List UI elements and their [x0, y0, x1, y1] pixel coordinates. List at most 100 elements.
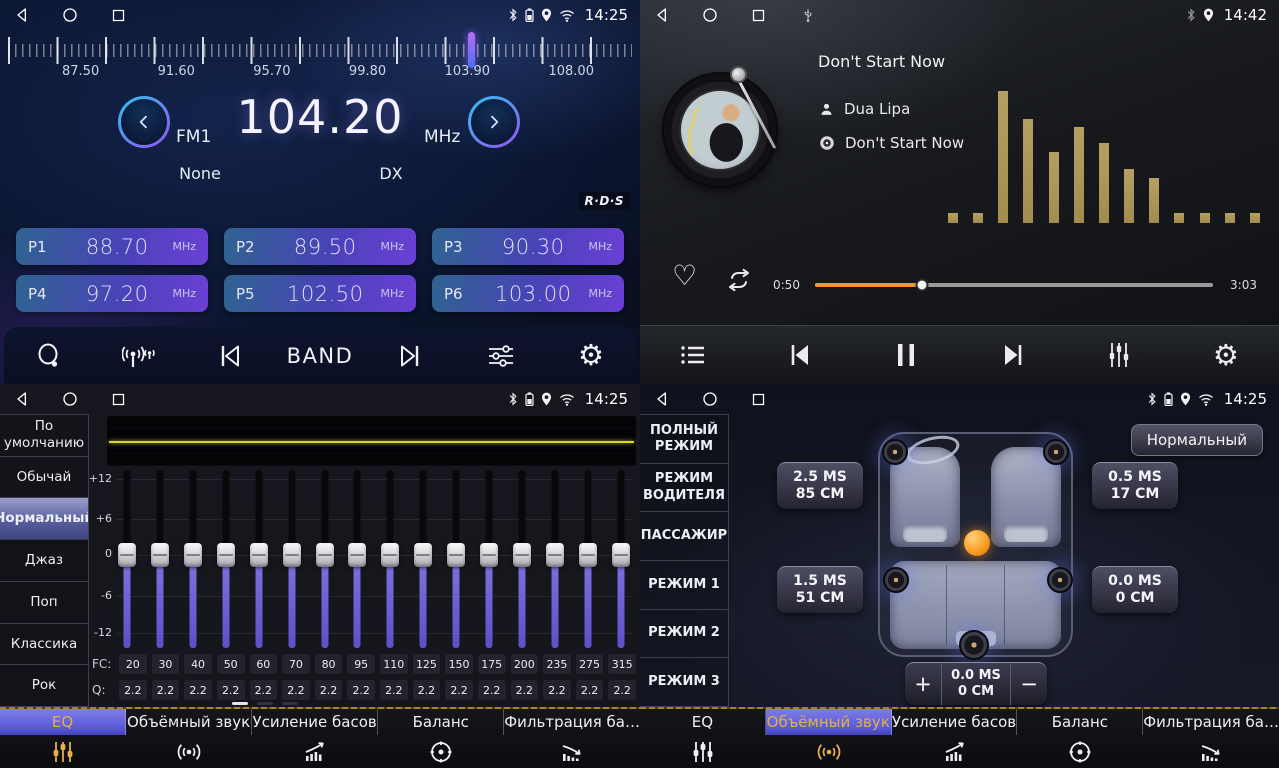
eq-band-slider[interactable]	[184, 470, 202, 648]
eq-band-slider[interactable]	[513, 470, 531, 648]
q-value[interactable]: 2.2	[282, 680, 310, 700]
slider-handle[interactable]	[414, 543, 432, 567]
playlist-icon[interactable]	[663, 333, 723, 377]
back-button[interactable]	[12, 389, 32, 409]
eq-band-slider[interactable]	[612, 470, 630, 648]
eq-band-slider[interactable]	[283, 470, 301, 648]
rear-right-speaker[interactable]	[1047, 567, 1073, 593]
front-right-delay[interactable]: 0.5 MS 17 CM	[1092, 462, 1178, 509]
tab-bass-boost[interactable]: Усиление басов	[892, 709, 1018, 768]
fc-value[interactable]: 200	[511, 654, 539, 674]
eq-band-slider[interactable]	[250, 470, 268, 648]
q-value[interactable]: 2.2	[217, 680, 245, 700]
front-right-speaker[interactable]	[1043, 439, 1069, 465]
slider-handle[interactable]	[118, 543, 136, 567]
tab-eq[interactable]: EQ	[0, 709, 126, 768]
next-track-icon[interactable]	[983, 333, 1043, 377]
mode-passenger[interactable]: ПАССАЖИР	[640, 512, 728, 561]
band-button[interactable]: BAND	[290, 334, 350, 378]
slider-handle[interactable]	[612, 543, 630, 567]
tune-down-button[interactable]	[118, 96, 170, 148]
page-dash[interactable]	[232, 702, 248, 705]
home-button[interactable]	[700, 389, 720, 409]
q-value[interactable]: 2.2	[608, 680, 636, 700]
slider-handle[interactable]	[546, 543, 564, 567]
tab-surround[interactable]: Объёмный звук	[766, 709, 892, 768]
mode-2[interactable]: РЕЖИМ 2	[640, 610, 728, 659]
fc-value[interactable]: 150	[445, 654, 473, 674]
slider-handle[interactable]	[217, 543, 235, 567]
slider-handle[interactable]	[579, 543, 597, 567]
settings-gear-icon[interactable]: ⚙	[561, 334, 621, 378]
fc-value[interactable]: 95	[347, 654, 375, 674]
fc-value[interactable]: 125	[413, 654, 441, 674]
recents-button[interactable]	[748, 5, 768, 25]
q-value[interactable]: 2.2	[511, 680, 539, 700]
back-button[interactable]	[12, 5, 32, 25]
q-value[interactable]: 2.2	[347, 680, 375, 700]
eq-band-slider[interactable]	[348, 470, 366, 648]
recents-button[interactable]	[108, 389, 128, 409]
fc-value[interactable]: 70	[282, 654, 310, 674]
preset-button-p6[interactable]: P6 103.00 MHz	[432, 275, 624, 312]
scan-icon[interactable]	[19, 334, 79, 378]
eq-band-slider[interactable]	[447, 470, 465, 648]
fc-value[interactable]: 175	[478, 654, 506, 674]
progress-bar[interactable]	[815, 283, 1213, 287]
q-value[interactable]: 2.2	[184, 680, 212, 700]
previous-station-icon[interactable]	[200, 334, 260, 378]
eq-band-slider[interactable]	[118, 470, 136, 648]
slider-handle[interactable]	[348, 543, 366, 567]
preset-button-p2[interactable]: P2 89.50 MHz	[224, 228, 416, 265]
eq-preset-jazz[interactable]: Джаз	[0, 540, 88, 582]
delay-decrease-button[interactable]: −	[1011, 663, 1047, 705]
fc-value[interactable]: 275	[576, 654, 604, 674]
eq-preset-pop[interactable]: Поп	[0, 582, 88, 624]
rear-left-delay[interactable]: 1.5 MS 51 CM	[777, 566, 863, 613]
slider-handle[interactable]	[184, 543, 202, 567]
mode-1[interactable]: РЕЖИМ 1	[640, 561, 728, 610]
eq-band-slider[interactable]	[480, 470, 498, 648]
tuner-position-indicator[interactable]	[468, 32, 475, 68]
rear-right-delay[interactable]: 0.0 MS 0 CM	[1092, 566, 1178, 613]
slider-handle[interactable]	[316, 543, 334, 567]
eq-band-slider[interactable]	[381, 470, 399, 648]
preset-button-p1[interactable]: P1 88.70 MHz	[16, 228, 208, 265]
preset-button-p3[interactable]: P3 90.30 MHz	[432, 228, 624, 265]
eq-band-slider[interactable]	[546, 470, 564, 648]
eq-preset-normal[interactable]: Нормальный	[0, 498, 88, 540]
rear-left-speaker[interactable]	[883, 567, 909, 593]
eq-band-slider[interactable]	[316, 470, 334, 648]
eq-preset-custom[interactable]: Обычай	[0, 457, 88, 499]
fc-value[interactable]: 50	[217, 654, 245, 674]
fc-value[interactable]: 20	[119, 654, 147, 674]
eq-band-slider[interactable]	[151, 470, 169, 648]
q-value[interactable]: 2.2	[315, 680, 343, 700]
fc-value[interactable]: 110	[380, 654, 408, 674]
listener-position-marker[interactable]	[964, 530, 990, 556]
q-value[interactable]: 2.2	[445, 680, 473, 700]
page-dash[interactable]	[282, 702, 298, 705]
next-station-icon[interactable]	[380, 334, 440, 378]
page-dash[interactable]	[257, 702, 273, 705]
recents-button[interactable]	[108, 5, 128, 25]
mode-3[interactable]: РЕЖИМ 3	[640, 658, 728, 707]
settings-gear-icon[interactable]: ⚙	[1196, 333, 1256, 377]
mode-driver[interactable]: РЕЖИМ ВОДИТЕЛЯ	[640, 464, 728, 513]
q-value[interactable]: 2.2	[152, 680, 180, 700]
slider-handle[interactable]	[283, 543, 301, 567]
favorite-heart-icon[interactable]: ♡	[672, 262, 697, 290]
slider-handle[interactable]	[447, 543, 465, 567]
home-button[interactable]	[60, 389, 80, 409]
subwoofer-speaker[interactable]	[959, 630, 989, 660]
current-mode-button[interactable]: Нормальный	[1131, 424, 1263, 456]
preset-button-p5[interactable]: P5 102.50 MHz	[224, 275, 416, 312]
tune-up-button[interactable]	[468, 96, 520, 148]
equalizer-settings-icon[interactable]	[471, 334, 531, 378]
q-value[interactable]: 2.2	[380, 680, 408, 700]
mixer-icon[interactable]	[1089, 333, 1149, 377]
eq-preset-default[interactable]: По умолчанию	[0, 415, 88, 457]
q-value[interactable]: 2.2	[413, 680, 441, 700]
fc-value[interactable]: 80	[315, 654, 343, 674]
eq-band-slider[interactable]	[579, 470, 597, 648]
